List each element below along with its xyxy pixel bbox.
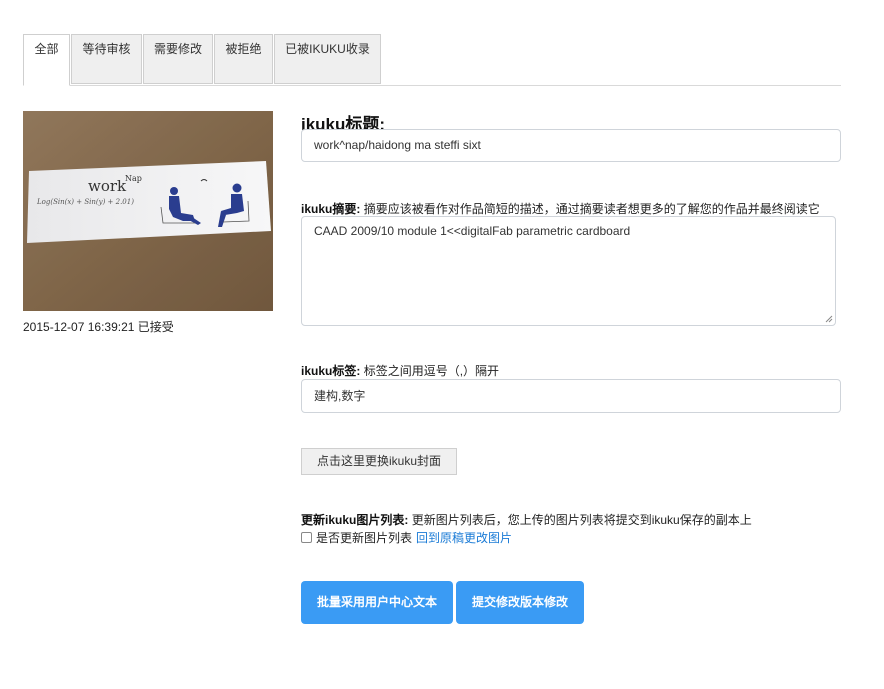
tags-label-hint: 标签之间用逗号（,）隔开 bbox=[363, 364, 500, 378]
change-cover-button[interactable]: 点击这里更换ikuku封面 bbox=[301, 448, 457, 475]
summary-textarea[interactable]: CAAD 2009/10 module 1<<digitalFab parame… bbox=[301, 216, 836, 326]
update-images-label-bold: 更新ikuku图片列表: bbox=[301, 513, 409, 527]
summary-label-hint: 摘要应该被看作对作品简短的描述，通过摘要读者想更多的了解您的作品并最终阅读它 bbox=[363, 202, 820, 216]
status-tabs: 全部 等待审核 需要修改 被拒绝 已被IKUKU收录 bbox=[23, 34, 841, 86]
cover-photo: work Nap Log(Sin(x) + Sin(y) + 2.01) bbox=[23, 111, 273, 311]
tab-pending-review[interactable]: 等待审核 bbox=[71, 34, 142, 84]
update-images-checkbox[interactable] bbox=[301, 532, 312, 543]
back-to-original-link[interactable]: 回到原稿更改图片 bbox=[416, 529, 512, 546]
cover-status-caption: 2015-12-07 16:39:21 已接受 bbox=[23, 320, 174, 334]
update-images-checkbox-label[interactable]: 是否更新图片列表 bbox=[316, 529, 412, 546]
tab-collected[interactable]: 已被IKUKU收录 bbox=[274, 34, 381, 84]
cover-image: work Nap Log(Sin(x) + Sin(y) + 2.01) bbox=[23, 111, 273, 311]
summary-label: ikuku摘要: 摘要应该被看作对作品简短的描述，通过摘要读者想更多的了解您的作… bbox=[301, 200, 820, 217]
update-images-label: 更新ikuku图片列表: 更新图片列表后，您上传的图片列表将提交到ikuku保存… bbox=[301, 511, 752, 528]
tags-input[interactable]: 建构,数字 bbox=[301, 379, 841, 413]
summary-label-bold: ikuku摘要: bbox=[301, 202, 361, 216]
tab-all[interactable]: 全部 bbox=[23, 34, 70, 86]
tags-label-bold: ikuku标签: bbox=[301, 364, 361, 378]
tags-label: ikuku标签: 标签之间用逗号（,）隔开 bbox=[301, 362, 499, 379]
svg-text:Log(Sin(x) + Sin(y) + 2.01): Log(Sin(x) + Sin(y) + 2.01) bbox=[36, 198, 134, 206]
update-images-row: 是否更新图片列表 回到原稿更改图片 bbox=[301, 529, 512, 546]
update-images-label-hint: 更新图片列表后，您上传的图片列表将提交到ikuku保存的副本上 bbox=[411, 513, 752, 527]
summary-text: CAAD 2009/10 module 1<<digitalFab parame… bbox=[314, 224, 631, 238]
resize-grip-icon[interactable] bbox=[825, 315, 833, 323]
tab-needs-revision[interactable]: 需要修改 bbox=[143, 34, 213, 84]
tab-rejected[interactable]: 被拒绝 bbox=[214, 34, 273, 84]
batch-adopt-button[interactable]: 批量采用用户中心文本 bbox=[301, 581, 453, 624]
title-input[interactable]: work^nap/haidong ma steffi sixt bbox=[301, 129, 841, 162]
card-title-text: work bbox=[88, 177, 127, 195]
svg-text:Nap: Nap bbox=[125, 174, 142, 183]
submit-revision-button[interactable]: 提交修改版本修改 bbox=[456, 581, 584, 624]
